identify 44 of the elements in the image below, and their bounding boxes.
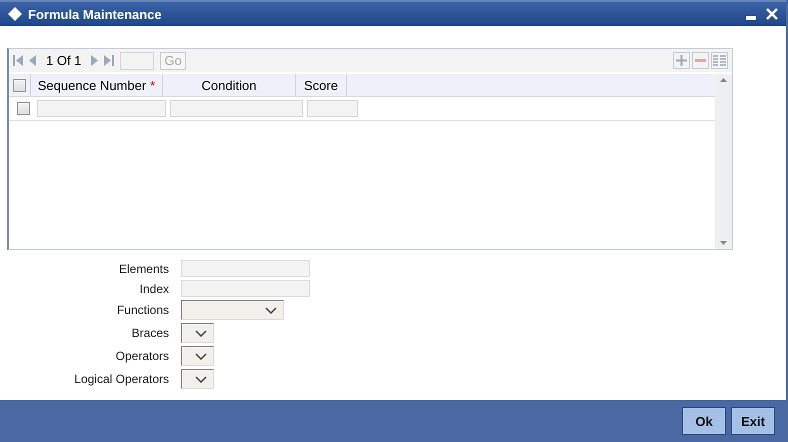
dropdown[interactable] [181,369,214,389]
add-row-button[interactable] [673,52,690,69]
dialog-button[interactable]: Exit [731,407,775,435]
minus-icon [695,59,706,62]
table-cell-field[interactable] [170,100,303,117]
input-field[interactable] [181,260,310,277]
view-button[interactable] [711,52,728,69]
field-label: Functions [116,303,169,317]
field-label: Index [138,282,169,296]
scroll-up-icon[interactable] [720,78,727,82]
dialog-button[interactable]: Ok [682,407,726,435]
list-icon [713,55,726,66]
caret-icon [195,330,207,336]
caret-icon [195,352,207,360]
caret-icon [195,376,207,382]
field-label: Operators [114,349,169,363]
page-input[interactable] [120,52,154,70]
first-page-icon[interactable] [13,55,23,66]
column-label: Score [304,78,338,92]
window-title: Formula Maintenance [28,6,163,22]
table-cell-field[interactable] [307,100,358,117]
close-icon[interactable] [766,8,778,20]
previous-page-icon[interactable] [29,55,36,66]
field-label: Braces [130,326,169,340]
column-label: Condition [202,78,256,92]
row-checkbox[interactable] [16,102,30,115]
field-label: Logical Operators [73,372,169,386]
table-cell-field[interactable] [37,100,166,117]
plus-icon [676,55,687,66]
delete-row-button[interactable] [692,52,709,69]
input-field[interactable] [181,280,310,297]
diamond-icon [8,7,22,21]
page-counter: 1 Of 1 [46,53,82,68]
scroll-down-icon[interactable] [720,241,727,245]
column-label: Sequence Number [38,78,146,92]
last-page-icon[interactable] [104,55,114,66]
dropdown[interactable] [181,323,214,343]
field-label: Elements [118,262,169,276]
select-all-checkbox[interactable] [13,78,26,92]
required-marker: * [150,78,156,92]
dropdown[interactable] [181,346,214,366]
caret-icon [265,306,277,314]
scroll-bar[interactable] [715,74,732,249]
next-page-icon[interactable] [91,55,98,66]
